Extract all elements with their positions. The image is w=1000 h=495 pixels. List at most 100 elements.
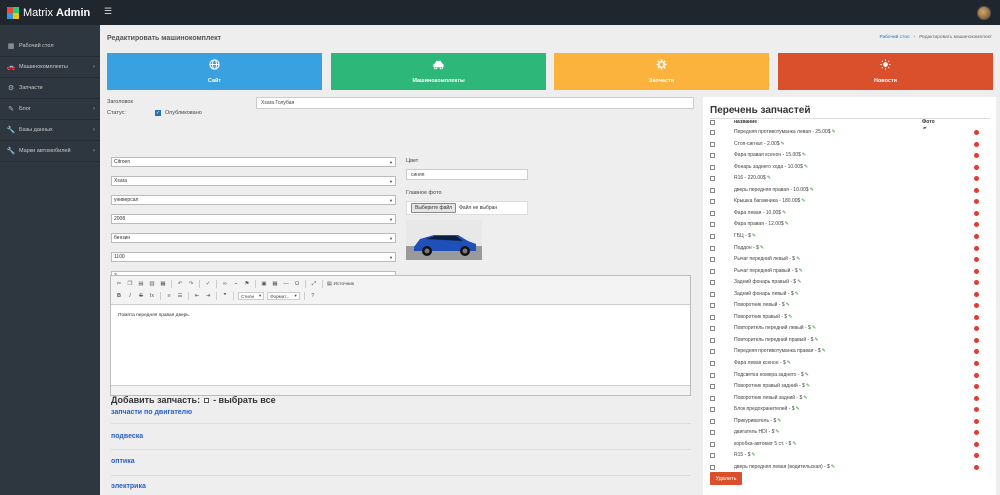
delete-icon[interactable] <box>974 326 979 332</box>
special-char-icon[interactable]: Ω <box>293 280 301 288</box>
paste-word-icon[interactable]: ▦ <box>159 280 167 288</box>
part-checkbox[interactable] <box>710 164 715 170</box>
delete-icon[interactable] <box>974 257 979 263</box>
copy-icon[interactable]: ❐ <box>126 280 134 288</box>
pencil-icon[interactable]: ✎ <box>795 291 799 297</box>
unlink-icon[interactable]: ⌁ <box>232 280 240 288</box>
pencil-icon[interactable]: ✎ <box>785 221 789 227</box>
part-checkbox[interactable] <box>710 464 715 470</box>
pencil-icon[interactable]: ✎ <box>751 452 755 458</box>
category-optics[interactable]: оптика <box>111 458 135 465</box>
pencil-icon[interactable]: ✎ <box>803 395 807 401</box>
bulleted-list-icon[interactable]: ☰ <box>176 292 184 300</box>
delete-icon[interactable] <box>974 291 979 297</box>
part-checkbox[interactable] <box>710 453 715 459</box>
paste-icon[interactable]: ▤ <box>137 280 145 288</box>
delete-icon[interactable] <box>974 430 979 436</box>
pencil-icon[interactable]: ✎ <box>788 314 792 320</box>
pencil-icon[interactable]: ✎ <box>775 429 779 435</box>
part-checkbox[interactable] <box>710 233 715 239</box>
model-select[interactable]: Xsara ▼ <box>111 176 396 186</box>
part-checkbox[interactable] <box>710 314 715 320</box>
pencil-icon[interactable]: ✎ <box>781 141 785 147</box>
pencil-icon[interactable]: ✎ <box>804 164 808 170</box>
blockquote-icon[interactable]: ❞ <box>221 292 229 300</box>
cut-icon[interactable]: ✂ <box>115 280 123 288</box>
color-input[interactable]: синяя <box>406 169 528 180</box>
tile-news[interactable]: Новости <box>778 53 993 90</box>
pencil-icon[interactable]: ✎ <box>802 152 806 158</box>
choose-file-button[interactable]: Выберите файл <box>411 203 457 213</box>
delete-icon[interactable] <box>974 384 979 390</box>
strike-button[interactable]: S <box>137 292 145 300</box>
sidebar-item-3[interactable]: ✎ Блог › <box>0 99 100 120</box>
delete-icon[interactable] <box>974 395 979 401</box>
indent-icon[interactable]: ⇥ <box>204 292 212 300</box>
pencil-icon[interactable]: ✎ <box>797 279 801 285</box>
pencil-icon[interactable]: ✎ <box>796 256 800 262</box>
pencil-icon[interactable]: ✎ <box>812 325 816 331</box>
pencil-icon[interactable]: ✎ <box>805 372 809 378</box>
pencil-icon[interactable]: ✎ <box>822 348 826 354</box>
fuel-select[interactable]: бензин ▼ <box>111 233 396 243</box>
delete-icon[interactable] <box>974 407 979 413</box>
part-checkbox[interactable] <box>710 361 715 366</box>
pencil-icon[interactable]: ✎ <box>801 198 805 204</box>
pencil-icon[interactable]: ✎ <box>777 418 781 424</box>
breadcrumb-home-link[interactable]: Рабочий стол <box>879 35 909 40</box>
part-checkbox[interactable] <box>710 222 715 228</box>
delete-icon[interactable] <box>974 268 979 274</box>
pencil-icon[interactable]: ✎ <box>752 233 756 239</box>
part-checkbox[interactable] <box>710 349 715 355</box>
styles-dropdown[interactable]: Стили ▾ <box>238 292 265 300</box>
category-engine-parts[interactable]: запчасти по двигателю <box>111 409 192 416</box>
pencil-icon[interactable]: ✎ <box>796 406 800 412</box>
part-checkbox[interactable] <box>710 407 715 413</box>
paste-text-icon[interactable]: ▥ <box>148 280 156 288</box>
part-checkbox[interactable] <box>710 430 715 436</box>
pencil-icon[interactable]: ✎ <box>782 210 786 216</box>
pencil-icon[interactable]: ✎ <box>832 129 836 135</box>
app-logo[interactable]: Matrix Admin <box>0 0 100 25</box>
delete-icon[interactable] <box>974 233 979 239</box>
pencil-icon[interactable]: ✎ <box>806 383 810 389</box>
pencil-icon[interactable]: ✎ <box>810 187 814 193</box>
editor-content[interactable]: Помята передняя правая дверь. <box>111 305 690 383</box>
anchor-flag-icon[interactable]: ⚑ <box>243 280 251 288</box>
tile-car-kits[interactable]: Машинокомплекты <box>331 53 546 90</box>
brand-select[interactable]: Citroen ▼ <box>111 157 396 167</box>
delete-button[interactable]: Удалить <box>710 472 742 485</box>
remove-format-icon[interactable]: Ix <box>148 292 156 300</box>
published-checkbox[interactable] <box>155 110 161 116</box>
sidebar-item-1[interactable]: 🚗 Машинокомплекты › <box>0 57 100 78</box>
delete-icon[interactable] <box>974 210 979 216</box>
pencil-icon[interactable]: ✎ <box>792 441 796 447</box>
part-checkbox[interactable] <box>710 257 715 263</box>
part-checkbox[interactable] <box>710 141 715 147</box>
italic-button[interactable]: I <box>126 292 134 300</box>
delete-icon[interactable] <box>974 361 979 366</box>
part-checkbox[interactable] <box>710 326 715 332</box>
part-checkbox[interactable] <box>710 280 715 286</box>
delete-icon[interactable] <box>974 418 979 424</box>
part-checkbox[interactable] <box>710 199 715 205</box>
help-icon[interactable]: ? <box>309 292 317 300</box>
year-select[interactable]: 2008 ▼ <box>111 214 396 224</box>
category-suspension[interactable]: подвеска <box>111 433 143 440</box>
delete-icon[interactable] <box>974 164 979 170</box>
redo-icon[interactable]: ↷ <box>187 280 195 288</box>
delete-icon[interactable] <box>974 453 979 459</box>
delete-icon[interactable] <box>974 141 979 147</box>
delete-icon[interactable] <box>974 337 979 343</box>
delete-icon[interactable] <box>974 245 979 251</box>
pencil-icon[interactable]: ✎ <box>786 302 790 308</box>
category-electrics[interactable]: электрика <box>111 483 146 490</box>
part-checkbox[interactable] <box>710 153 715 159</box>
table-icon[interactable]: ▦ <box>271 280 279 288</box>
maximize-icon[interactable]: ⤢ <box>310 280 318 288</box>
source-button[interactable]: ▤ Источник <box>327 282 354 287</box>
pencil-icon[interactable]: ✎ <box>799 268 803 274</box>
part-checkbox[interactable] <box>710 441 715 447</box>
delete-icon[interactable] <box>974 153 979 159</box>
outdent-icon[interactable]: ⇤ <box>193 292 201 300</box>
